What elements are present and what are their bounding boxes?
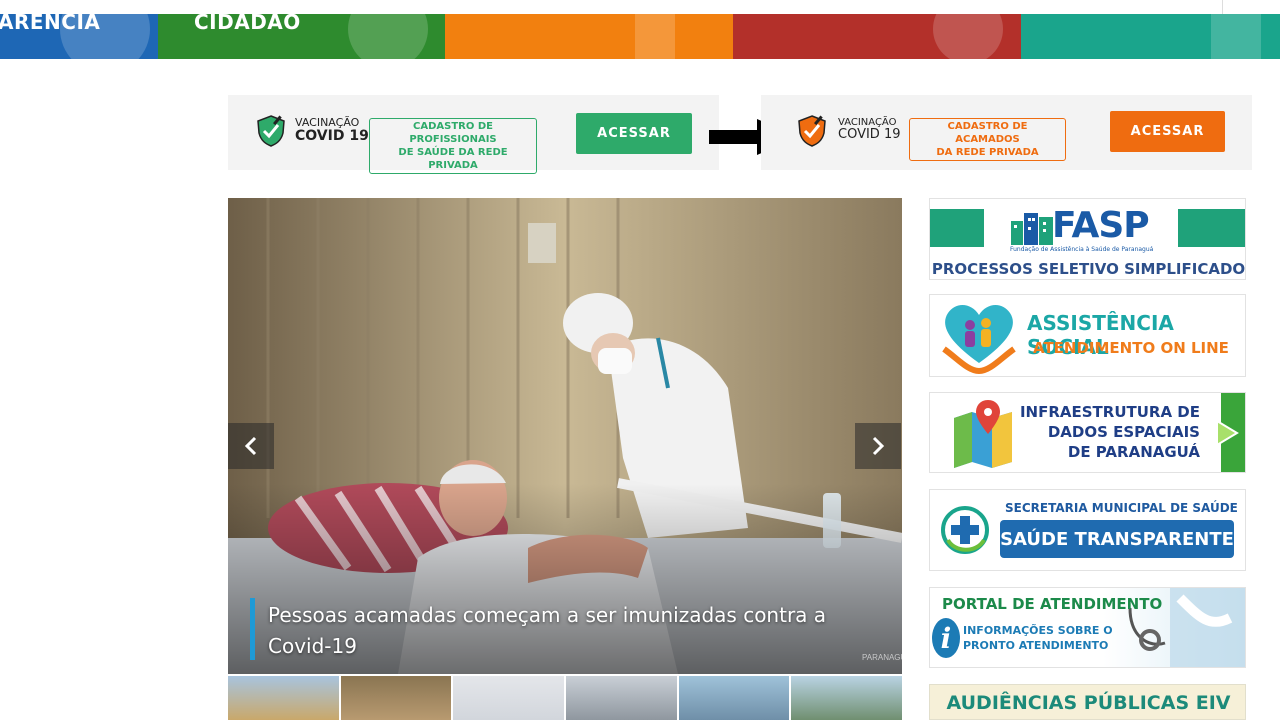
carousel-thumbnails xyxy=(228,676,903,720)
portal-info: INFORMAÇÕES SOBRE O PRONTO ATENDIMENTO xyxy=(963,624,1113,652)
infraestrutura-arrow-tab xyxy=(1216,393,1245,472)
thumbnail[interactable] xyxy=(453,676,565,720)
nav-item-transparencia[interactable]: ARÊNCIA xyxy=(0,14,158,59)
vaccine-shield-icon xyxy=(798,115,826,147)
fasp-logo: FASP xyxy=(1052,205,1150,246)
caption-text[interactable]: Pessoas acamadas começam a ser imunizada… xyxy=(268,600,858,662)
page: ARÊNCIA CIDADÃO VACINAÇÃO COVID 19 CADAS… xyxy=(0,0,1280,720)
assistencia-social-banner[interactable]: ASSISTÊNCIA SOCIAL ATENDIMENTO ON LINE xyxy=(929,294,1246,377)
thumbnail[interactable] xyxy=(791,676,903,720)
carousel-next-button[interactable] xyxy=(855,423,901,469)
thumbnail[interactable] xyxy=(678,676,790,720)
audiencias-publicas-banner[interactable]: AUDIÊNCIAS PÚBLICAS EIV xyxy=(929,684,1246,720)
acessar-button-bedridden[interactable]: ACESSAR xyxy=(1110,111,1225,152)
thumbnail[interactable] xyxy=(566,676,677,720)
vaccine-shield-icon xyxy=(257,115,285,147)
nav-item-cidadao[interactable]: CIDADÃO xyxy=(158,14,445,59)
top-right-box xyxy=(1222,0,1280,14)
thumbnail[interactable] xyxy=(340,676,452,720)
category-nav: ARÊNCIA CIDADÃO xyxy=(0,14,1280,59)
vaccine-title: VACINAÇÃO COVID 19 xyxy=(838,117,901,142)
fasp-subtitle: Fundação de Assistência à Saúde de Paran… xyxy=(1010,246,1154,253)
vaccine-banner-professionals[interactable]: VACINAÇÃO COVID 19 CADASTRO DE PROFISSIO… xyxy=(228,95,719,174)
decor-bar xyxy=(1178,209,1245,247)
thumbnail[interactable] xyxy=(228,676,339,720)
nav-item-4[interactable] xyxy=(733,14,1021,59)
vaccine-banner-bedridden[interactable]: VACINAÇÃO COVID 19 CADASTRO DE ACAMADOS … xyxy=(761,95,1252,170)
info-icon: i xyxy=(932,618,960,658)
portal-title: PORTAL DE ATENDIMENTO xyxy=(942,595,1163,613)
decor-bar xyxy=(930,209,984,247)
vaccine-title: VACINAÇÃO COVID 19 xyxy=(295,116,369,145)
svg-text:PARANAGUÁ: PARANAGUÁ xyxy=(862,653,902,662)
nav-item-5[interactable] xyxy=(1021,14,1280,59)
acessar-button-professionals[interactable]: ACESSAR xyxy=(576,113,692,154)
fasp-banner[interactable]: FASP Fundação de Assistência à Saúde de … xyxy=(929,198,1246,280)
heart-hands-icon xyxy=(942,304,1016,375)
saude-transparente-banner[interactable]: SECRETARIA MUNICIPAL DE SAÚDE SAÚDE TRAN… xyxy=(929,489,1246,571)
audiencias-label: AUDIÊNCIAS PÚBLICAS EIV xyxy=(946,692,1231,714)
vaccine-tag: CADASTRO DE PROFISSIONAIS DE SAÚDE DA RE… xyxy=(369,118,537,174)
caption-accent-bar xyxy=(250,598,255,660)
city-buildings-icon xyxy=(1011,213,1053,245)
infraestrutura-text: INFRAESTRUTURA DE DADOS ESPACIAIS DE PAR… xyxy=(1019,403,1200,461)
health-cross-icon xyxy=(941,506,989,554)
secretaria-title: SECRETARIA MUNICIPAL DE SAÚDE xyxy=(1005,501,1238,515)
vaccine-tag: CADASTRO DE ACAMADOS DA REDE PRIVADA xyxy=(909,118,1066,161)
play-arrow-icon xyxy=(1216,419,1239,447)
chevron-right-icon xyxy=(872,436,885,456)
portal-atendimento-banner[interactable]: PORTAL DE ATENDIMENTO i INFORMAÇÕES SOBR… xyxy=(929,587,1246,668)
nav-item-label: ARÊNCIA xyxy=(0,14,101,34)
map-pin-icon xyxy=(954,400,1012,468)
carousel-prev-button[interactable] xyxy=(228,423,274,469)
nav-item-3[interactable] xyxy=(445,14,733,59)
infraestrutura-banner[interactable]: INFRAESTRUTURA DE DADOS ESPACIAIS DE PAR… xyxy=(929,392,1246,473)
assistencia-subtitle: ATENDIMENTO ON LINE xyxy=(1033,339,1229,357)
nav-item-label: CIDADÃO xyxy=(194,14,301,34)
chevron-left-icon xyxy=(244,436,257,456)
top-strip xyxy=(0,0,1280,14)
fasp-label: PROCESSOS SELETIVO SIMPLIFICADO xyxy=(931,260,1246,278)
saude-transparente-button[interactable]: SAÚDE TRANSPARENTE xyxy=(1000,520,1234,558)
